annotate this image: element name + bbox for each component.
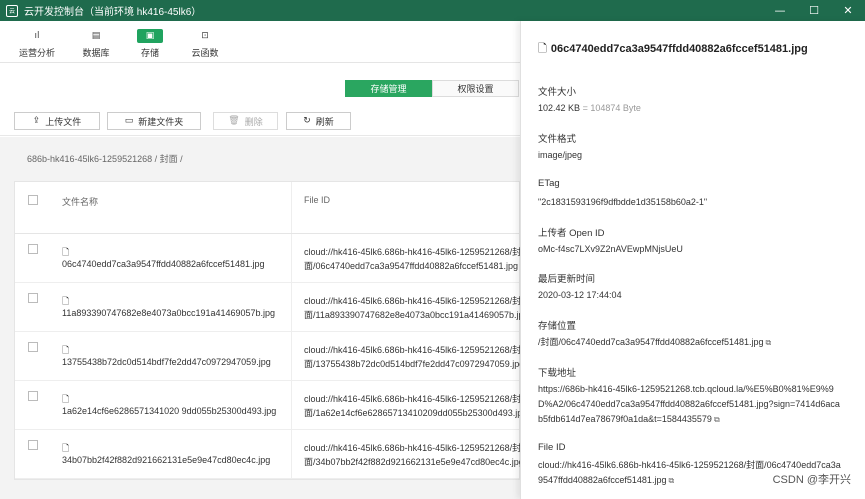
updated-label: 最后更新时间 xyxy=(538,274,596,285)
format-value: image/jpeg xyxy=(538,150,583,160)
etag-label: ETag xyxy=(538,178,560,189)
nav-analytics[interactable]: ıl 运营分析 xyxy=(19,29,55,59)
tab-permissions[interactable]: 权限设置 xyxy=(432,80,519,97)
download-label: 下载地址 xyxy=(538,368,577,379)
row-checkbox[interactable] xyxy=(28,293,38,303)
location-label: 存储位置 xyxy=(538,321,577,332)
main-toolbar: ıl 运营分析 ▤ 数据库 ▣ 存储 ⊡ 云函数 xyxy=(0,21,520,63)
select-all-checkbox[interactable] xyxy=(28,195,38,205)
updated-value: 2020-03-12 17:44:04 xyxy=(538,290,622,300)
uploader-label: 上传者 Open ID xyxy=(538,228,605,239)
fileid-line2: 9547ffdd40882a6fccef51481.jpg xyxy=(538,475,667,485)
upload-button[interactable]: ⇪ 上传文件 xyxy=(14,112,100,130)
download-line2: D%A2/06c4740edd7ca3a9547ffdd40882a6fccef… xyxy=(538,399,840,409)
delete-label: 删除 xyxy=(244,116,263,127)
row-checkbox[interactable] xyxy=(28,391,38,401)
file-id-line1: cloud://hk416-45lk6.686b-hk416-45lk6-125… xyxy=(304,247,521,257)
header-fileid: File ID xyxy=(304,195,331,205)
etag-value: "2c1831593196f9dfbdde1d35158b60a2-1" xyxy=(538,197,708,207)
table-row[interactable]: 🗋 11a893390747682e8e4073a0bcc191a4146905… xyxy=(15,283,521,332)
nav-analytics-label: 运营分析 xyxy=(19,48,56,58)
fileid-line2-wrap: 9547ffdd40882a6fccef51481.jpg ⧉ xyxy=(538,473,674,488)
download-line3-wrap: b5fdb614d7ea78679f0a1da&t=1584435579 ⧉ xyxy=(538,412,720,427)
minimize-button[interactable]: — xyxy=(763,0,797,21)
file-id-line2: 面/13755438b72dc0d514bdf7fe2dd47c09729470… xyxy=(304,359,521,369)
file-id-line1: cloud://hk416-45lk6.686b-hk416-45lk6-125… xyxy=(304,296,521,306)
table-row[interactable]: 🗋 34b07bb2f42f882d921662131e5e9e47cd80ec… xyxy=(15,430,521,479)
table-header: 文件名称 File ID xyxy=(15,182,519,234)
upload-icon: ⇪ xyxy=(32,116,41,126)
size-kb: 102.42 KB xyxy=(538,103,581,113)
refresh-label: 刷新 xyxy=(315,116,334,127)
refresh-icon: ↻ xyxy=(303,116,311,126)
row-checkbox[interactable] xyxy=(28,440,38,450)
file-name[interactable]: 34b07bb2f42f882d921662131e5e9e47cd80ec4c… xyxy=(62,455,270,465)
title-bar: 云 云开发控制台（当前环境 hk416-45lk6） — ☐ ✕ xyxy=(0,0,865,21)
upload-label: 上传文件 xyxy=(45,116,82,127)
action-bar: ⇪ 上传文件 ▭ 新建文件夹 🗑 删除 ↻ 刷新 xyxy=(0,110,520,136)
detail-filename: 06c4740edd7ca3a9547ffdd40882a6fccef51481… xyxy=(550,43,808,55)
file-id-line2: 面/06c4740edd7ca3a9547ffdd40882a6fccef514… xyxy=(304,261,519,271)
nav-functions-label: 云函数 xyxy=(191,48,219,58)
file-name[interactable]: 11a893390747682e8e4073a0bcc191a41469057b… xyxy=(62,308,275,318)
nav-functions[interactable]: ⊡ 云函数 xyxy=(187,29,223,59)
tab-storage-management[interactable]: 存储管理 xyxy=(345,80,432,97)
table-row[interactable]: 🗋 06c4740edd7ca3a9547ffdd40882a6fccef514… xyxy=(15,234,521,283)
storage-icon: ▣ xyxy=(137,29,163,43)
size-label: 文件大小 xyxy=(538,87,577,98)
file-icon: 🗋 xyxy=(538,42,547,55)
header-filename: 文件名称 xyxy=(62,197,99,207)
location-value: /封面/06c4740edd7ca3a9547ffdd40882a6fccef5… xyxy=(538,335,771,350)
file-id-line1: cloud://hk416-45lk6.686b-hk416-45lk6-125… xyxy=(304,345,521,355)
size-bytes: = 104874 Byte xyxy=(582,103,641,113)
size-value: 102.42 KB = 104874 Byte xyxy=(538,101,641,116)
folder-icon: ▭ xyxy=(124,116,134,126)
breadcrumb: 686b-hk416-45lk6-1259521268 / 封面 / xyxy=(27,154,183,164)
window-title: 云开发控制台（当前环境 hk416-45lk6） xyxy=(24,7,202,18)
database-icon: ▤ xyxy=(91,31,101,41)
nav-storage[interactable]: ▣ 存储 xyxy=(132,29,168,59)
app-logo-icon: 云 xyxy=(6,4,18,17)
file-name[interactable]: 13755438b72dc0d514bdf7fe2dd47c0972947059… xyxy=(62,357,271,367)
window-controls: — ☐ ✕ xyxy=(763,0,865,21)
file-name[interactable]: 06c4740edd7ca3a9547ffdd40882a6fccef51481… xyxy=(62,259,265,269)
nav-database[interactable]: ▤ 数据库 xyxy=(78,29,114,59)
copy-icon[interactable]: ⧉ xyxy=(714,415,720,424)
download-line3: b5fdb614d7ea78679f0a1da&t=1584435579 xyxy=(538,414,712,424)
file-table: 文件名称 File ID 🗋 06c4740edd7ca3a9547ffdd40… xyxy=(14,181,521,480)
format-label: 文件格式 xyxy=(538,134,577,145)
table-row[interactable]: 🗋 13755438b72dc0d514bdf7fe2dd47c09729470… xyxy=(15,332,521,381)
close-button[interactable]: ✕ xyxy=(831,0,865,21)
new-folder-label: 新建文件夹 xyxy=(138,116,184,127)
row-checkbox[interactable] xyxy=(28,342,38,352)
location-path: /封面/06c4740edd7ca3a9547ffdd40882a6fccef5… xyxy=(538,337,764,347)
new-folder-button[interactable]: ▭ 新建文件夹 xyxy=(107,112,201,130)
copy-icon[interactable]: ⧉ xyxy=(668,476,674,485)
file-id-line1: cloud://hk416-45lk6.686b-hk416-45lk6-125… xyxy=(304,443,521,453)
file-name[interactable]: 1a62e14cf6e6286571341020 9dd055b25300d49… xyxy=(62,406,276,416)
file-id-line2: 面/1a62e14cf6e62865713410209dd055b25300d4… xyxy=(304,408,521,418)
refresh-button[interactable]: ↻ 刷新 xyxy=(286,112,351,130)
csdn-watermark: CSDN @李开兴 xyxy=(772,474,851,486)
file-id-line2: 面/34b07bb2f42f882d921662131e5e9e47cd80ec… xyxy=(304,457,521,467)
file-id-line2: 面/11a893390747682e8e4073a0bcc191a4146905… xyxy=(304,310,521,320)
trash-icon: 🗑 xyxy=(228,116,240,126)
function-icon: ⊡ xyxy=(201,31,209,41)
maximize-button[interactable]: ☐ xyxy=(797,0,831,21)
nav-database-label: 数据库 xyxy=(82,48,110,58)
nav-storage-label: 存储 xyxy=(140,48,159,58)
detail-title: 🗋 06c4740edd7ca3a9547ffdd40882a6fccef5148… xyxy=(538,40,808,59)
file-detail-panel: 🗋 06c4740edd7ca3a9547ffdd40882a6fccef5148… xyxy=(520,21,865,499)
table-row[interactable]: 🗋 1a62e14cf6e6286571341020 9dd055b25300d… xyxy=(15,381,521,430)
analytics-icon: ıl xyxy=(34,31,40,41)
fileid-label: File ID xyxy=(538,442,566,453)
row-checkbox[interactable] xyxy=(28,244,38,254)
uploader-value: oMc-f4sc7LXv9Z2nAVEwpMNjsUeU xyxy=(538,244,683,254)
download-line1: https://686b-hk416-45lk6-1259521268.tcb.… xyxy=(538,384,834,394)
storage-tabs: 存储管理 权限设置 xyxy=(345,80,519,97)
copy-icon[interactable]: ⧉ xyxy=(766,338,772,347)
file-id-line1: cloud://hk416-45lk6.686b-hk416-45lk6-125… xyxy=(304,394,521,404)
delete-button[interactable]: 🗑 删除 xyxy=(213,112,278,130)
